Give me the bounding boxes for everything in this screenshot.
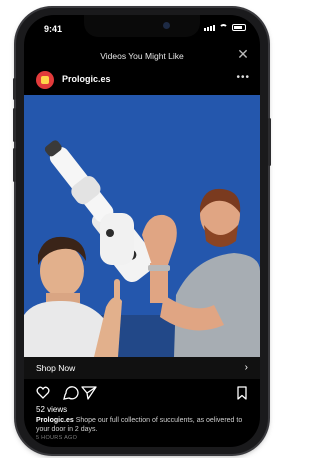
chevron-right-icon: › — [244, 362, 248, 373]
more-icon[interactable]: ••• — [236, 72, 250, 83]
volume-down-button — [13, 148, 16, 182]
post-caption: Prologic.es Shope our full collection of… — [36, 416, 250, 434]
notch — [84, 15, 200, 37]
post-timestamp: 5 HOURS AGO — [36, 435, 78, 441]
post-actions — [36, 385, 248, 401]
volume-up-button — [13, 108, 16, 142]
battery-icon — [232, 24, 246, 31]
bookmark-icon[interactable] — [237, 386, 247, 400]
shop-now-label: Shop Now — [36, 363, 76, 373]
avatar[interactable] — [36, 71, 54, 89]
shop-now-button[interactable]: Shop Now › — [24, 357, 260, 379]
send-icon[interactable] — [81, 386, 97, 400]
post-header: Prologic.es ••• — [24, 70, 260, 92]
close-icon[interactable]: ✕ — [236, 47, 250, 61]
post-photo-illustration — [24, 95, 260, 357]
power-button — [268, 118, 271, 166]
brand-logo-icon — [41, 76, 49, 84]
view-count: 52 views — [36, 405, 68, 414]
comment-icon[interactable] — [63, 386, 79, 400]
camera-icon — [163, 22, 170, 29]
status-icons — [204, 24, 246, 31]
page-title: Videos You Might Like — [100, 51, 184, 61]
status-time: 9:41 — [44, 24, 63, 34]
wifi-icon — [219, 24, 228, 31]
post-image[interactable] — [24, 95, 260, 357]
action-icons — [36, 386, 247, 400]
mute-switch — [13, 78, 16, 100]
heart-icon[interactable] — [36, 386, 50, 399]
caption-handle[interactable]: Prologic.es — [36, 417, 74, 424]
signal-icon — [204, 24, 215, 31]
phone-screen: 9:41 Videos You Might Like ✕ Prologic.es… — [24, 15, 260, 447]
account-handle[interactable]: Prologic.es — [62, 74, 111, 84]
